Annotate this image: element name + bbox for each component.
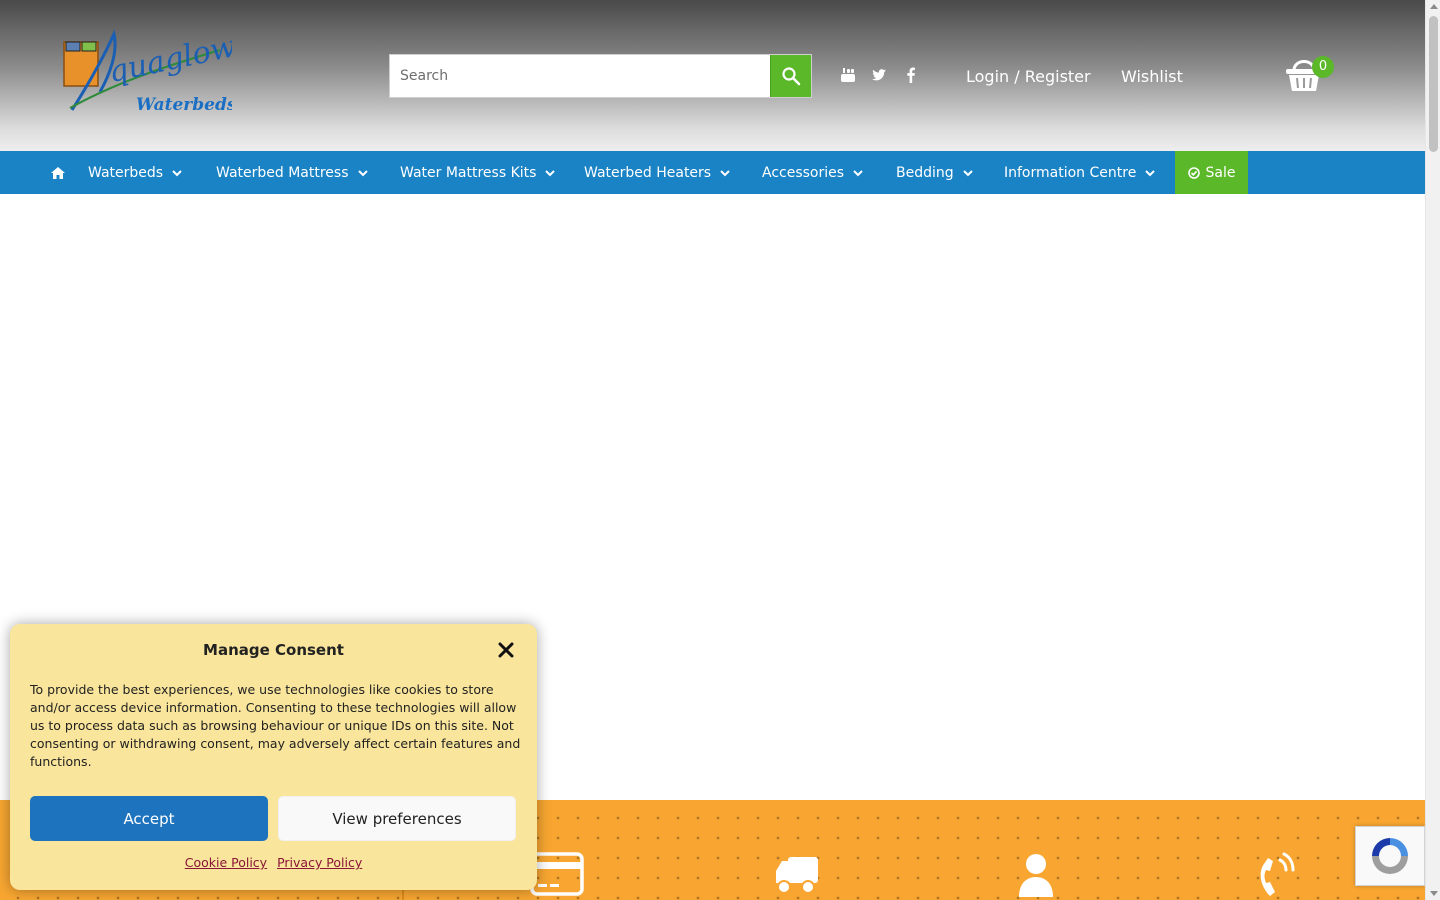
phone-icon — [1260, 852, 1295, 896]
login-register-link[interactable]: Login / Register — [966, 67, 1091, 86]
nav-item-label: Waterbed Mattress — [216, 164, 349, 181]
main-navigation: Waterbeds Waterbed Mattress Water Mattre… — [0, 151, 1425, 194]
site-header: quaglow Waterbeds Login / Register — [0, 0, 1425, 151]
nav-sale-label: Sale — [1205, 164, 1236, 181]
delivery-truck-icon — [776, 857, 818, 894]
chevron-down-icon — [720, 169, 730, 176]
chevron-down-icon — [172, 169, 182, 176]
nav-item-waterbed-heaters[interactable]: Waterbed Heaters — [584, 151, 731, 194]
nav-item-bedding[interactable]: Bedding — [896, 151, 974, 194]
view-preferences-button[interactable]: View preferences — [278, 796, 516, 841]
twitter-link[interactable] — [870, 66, 888, 84]
chevron-down-icon — [545, 169, 556, 176]
chevron-down-icon — [357, 169, 368, 176]
scroll-thumb[interactable] — [1429, 16, 1438, 152]
search-input[interactable] — [390, 55, 770, 97]
nav-item-label: Accessories — [762, 164, 845, 181]
facebook-link[interactable] — [902, 66, 920, 84]
wishlist-link[interactable]: Wishlist — [1121, 67, 1183, 86]
consent-dialog: Manage Consent To provide the best exper… — [10, 624, 537, 890]
consent-title: Manage Consent — [203, 641, 344, 659]
facebook-icon — [907, 67, 915, 83]
home-icon[interactable] — [50, 165, 66, 181]
recaptcha-badge[interactable] — [1355, 826, 1425, 886]
nav-item-information-centre[interactable]: Information Centre — [1004, 151, 1156, 194]
search-icon — [782, 67, 801, 86]
chevron-down-icon — [853, 169, 863, 176]
accept-button[interactable]: Accept — [30, 796, 268, 841]
nav-item-label: Information Centre — [1004, 164, 1137, 181]
nav-item-label: Waterbeds — [88, 164, 164, 181]
youtube-icon — [841, 68, 855, 82]
consent-policy-links: Cookie Policy Privacy Policy — [10, 855, 537, 870]
youtube-link[interactable] — [839, 66, 857, 84]
nav-item-label: Waterbed Heaters — [584, 164, 712, 181]
nav-item-waterbeds[interactable]: Waterbeds — [88, 151, 183, 194]
nav-item-accessories[interactable]: Accessories — [762, 151, 864, 194]
check-circle-icon — [1187, 166, 1200, 179]
nav-item-label: Water Mattress Kits — [400, 164, 537, 181]
scroll-up-arrow[interactable] — [1430, 4, 1438, 9]
svg-text:Waterbeds: Waterbeds — [136, 95, 232, 115]
consent-message: To provide the best experiences, we use … — [30, 682, 521, 769]
privacy-policy-link[interactable]: Privacy Policy — [277, 855, 362, 870]
nav-item-sale[interactable]: Sale — [1175, 151, 1248, 194]
nav-item-waterbed-mattress[interactable]: Waterbed Mattress — [216, 151, 369, 194]
recaptcha-icon — [1372, 838, 1408, 874]
chevron-down-icon — [962, 169, 973, 176]
aquaglow-logo[interactable]: quaglow Waterbeds — [60, 22, 232, 117]
nav-item-water-mattress-kits[interactable]: Water Mattress Kits — [400, 151, 556, 194]
twitter-icon — [872, 69, 886, 81]
credit-card-icon — [530, 852, 584, 896]
user-icon — [1019, 854, 1053, 897]
svg-text:quaglow: quaglow — [106, 29, 232, 90]
search-button[interactable] — [770, 55, 811, 97]
search-bar — [389, 54, 812, 98]
cart-count-badge: 0 — [1312, 56, 1334, 78]
nav-item-label: Bedding — [896, 164, 954, 181]
scroll-down-arrow[interactable] — [1430, 891, 1438, 896]
cookie-policy-link[interactable]: Cookie Policy — [185, 855, 267, 870]
close-icon[interactable] — [497, 641, 515, 659]
chevron-down-icon — [1145, 169, 1156, 176]
page-scrollbar[interactable] — [1425, 0, 1440, 900]
